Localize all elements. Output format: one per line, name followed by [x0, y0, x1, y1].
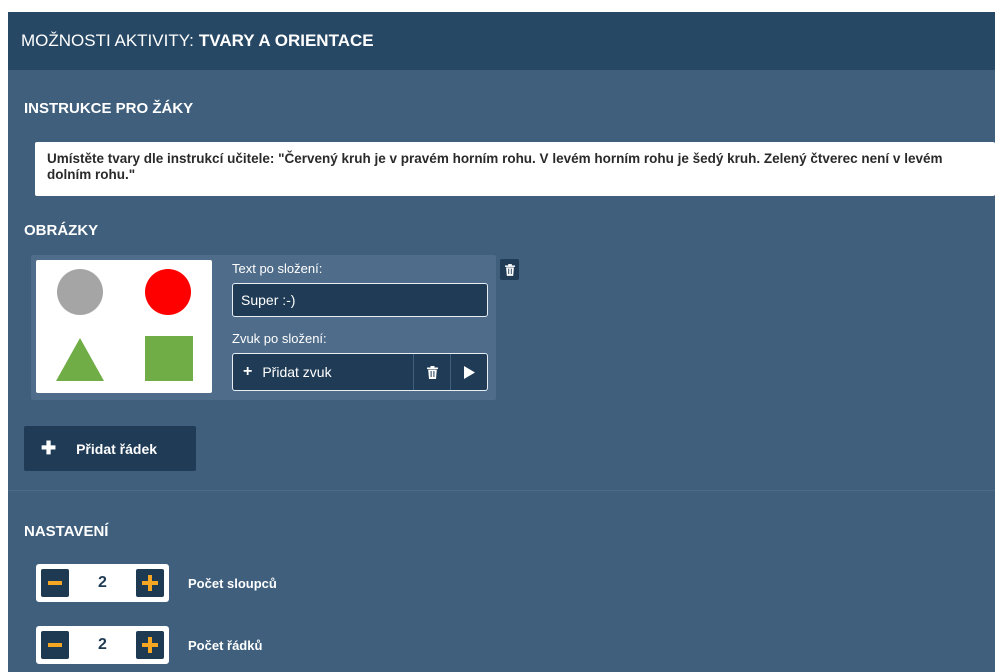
page-title-activity-name: TVARY A ORIENTACE	[198, 31, 374, 50]
text-after-completion-input[interactable]	[232, 283, 488, 317]
add-row-label: Přidat řádek	[76, 440, 158, 457]
shapes-image-thumbnail[interactable]	[36, 260, 212, 393]
columns-increment-button[interactable]	[136, 569, 164, 597]
section-divider	[8, 490, 995, 491]
delete-sound-button[interactable]	[413, 354, 450, 390]
rows-decrement-button[interactable]	[41, 631, 69, 659]
page-title-prefix: MOŽNOSTI AKTIVITY:	[21, 31, 194, 50]
green-square-shape	[145, 336, 193, 381]
columns-count-label: Počet sloupců	[188, 576, 277, 591]
header-bar: MOŽNOSTI AKTIVITY: TVARY A ORIENTACE	[8, 12, 995, 70]
green-triangle-shape	[56, 338, 104, 381]
sound-control-group: + Přidat zvuk	[232, 353, 488, 391]
settings-section-label: NASTAVENÍ	[24, 523, 109, 540]
add-sound-button[interactable]: + Přidat zvuk	[233, 354, 413, 390]
add-row-button[interactable]: ✚ Přidat řádek	[24, 426, 196, 471]
rows-stepper	[36, 626, 169, 664]
image-row-card: Text po složení: Zvuk po složení: + Přid…	[31, 255, 519, 400]
trash-icon	[426, 365, 438, 379]
sound-after-completion-label: Zvuk po složení:	[232, 331, 327, 346]
play-icon	[464, 365, 475, 379]
gray-circle-shape	[57, 269, 103, 315]
plus-icon	[142, 575, 158, 591]
activity-options-panel: MOŽNOSTI AKTIVITY: TVARY A ORIENTACE INS…	[8, 12, 995, 672]
plus-icon: ✚	[41, 438, 57, 458]
minus-icon	[48, 643, 62, 647]
play-sound-button[interactable]	[450, 354, 487, 390]
plus-icon	[142, 637, 158, 653]
plus-icon: +	[243, 363, 253, 380]
minus-icon	[48, 581, 62, 585]
rows-count-label: Počet řádků	[188, 638, 263, 653]
red-circle-shape	[145, 269, 191, 315]
trash-icon	[504, 263, 515, 276]
rows-increment-button[interactable]	[136, 631, 164, 659]
columns-decrement-button[interactable]	[41, 569, 69, 597]
rows-count-input[interactable]	[80, 635, 125, 655]
shapes-image	[56, 269, 193, 381]
add-sound-label: Přidat zvuk	[262, 364, 332, 380]
images-section-label: OBRÁZKY	[24, 222, 99, 239]
delete-image-row-button[interactable]	[500, 259, 519, 280]
text-after-completion-label: Text po složení:	[232, 261, 323, 276]
columns-stepper	[36, 564, 169, 602]
columns-count-input[interactable]	[80, 573, 125, 593]
instructions-section-label: INSTRUKCE PRO ŽÁKY	[24, 100, 194, 117]
instructions-textarea[interactable]: Umístěte tvary dle instrukcí učitele: "Č…	[35, 142, 995, 196]
